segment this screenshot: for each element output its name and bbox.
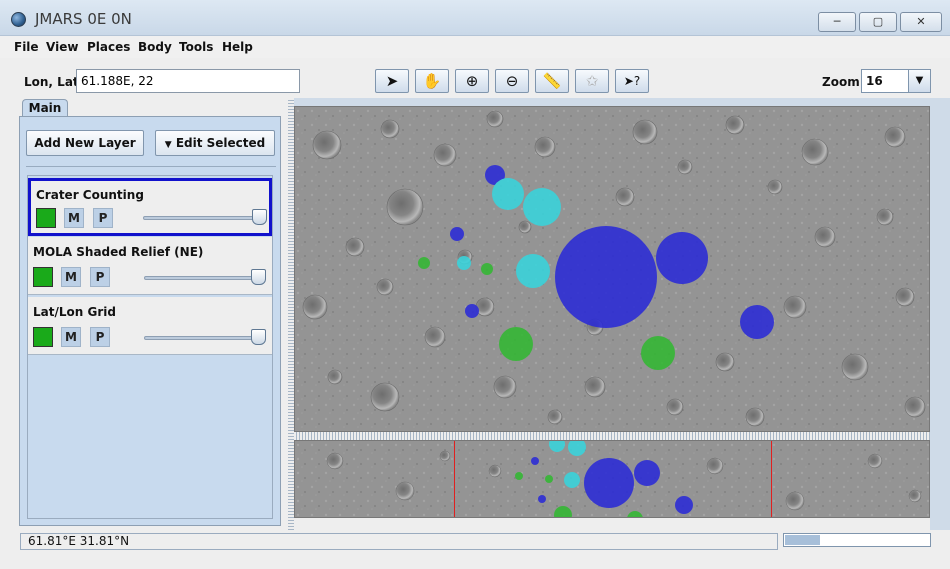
crater-marker-blue xyxy=(555,226,657,328)
layer-name: Lat/Lon Grid xyxy=(33,305,116,319)
opacity-slider-thumb[interactable] xyxy=(251,269,266,285)
menu-view[interactable]: View xyxy=(46,40,78,54)
layer-manager-panel: Main Add New Layer ▼ Edit Selected Crate… xyxy=(0,98,288,530)
edit-selected-button[interactable]: ▼ Edit Selected xyxy=(155,130,275,156)
maximize-button[interactable]: ▢ xyxy=(859,12,897,32)
crater-marker-green xyxy=(499,327,533,361)
title-bar: JMARS 0E 0N ─ ▢ ✕ xyxy=(0,0,950,36)
cursor-coordinates: 61.81°E 31.81°N xyxy=(20,533,778,550)
tab-main[interactable]: Main xyxy=(22,99,68,117)
pointer-help-icon: ➤? xyxy=(623,74,641,88)
menu-tools[interactable]: Tools xyxy=(179,40,213,54)
zoom-label: Zoom: xyxy=(822,75,865,89)
zoom-in-icon: ⊕ xyxy=(465,72,479,90)
layer-color-swatch[interactable] xyxy=(36,208,56,228)
menu-file[interactable]: File xyxy=(14,40,39,54)
layer-name: Crater Counting xyxy=(36,188,144,202)
zoom-in-tool-button[interactable]: ⊕ xyxy=(455,69,489,93)
status-bar: 61.81°E 31.81°N xyxy=(0,530,950,569)
menu-help[interactable]: Help xyxy=(222,40,253,54)
lonlat-input[interactable] xyxy=(76,69,300,93)
layer-row-crater-counting[interactable]: Crater Counting M P xyxy=(28,178,272,236)
toolbar: Lon, Lat ➤ ✋ ⊕ ⊖ 📏 ✩ ➤? Zoom: 16 ▼ xyxy=(0,58,950,98)
layer-list: Crater Counting M P MOLA Shaded Relief (… xyxy=(27,175,273,519)
menu-bar: File View Places Body Tools Help xyxy=(0,36,950,58)
crater-marker-green xyxy=(418,257,430,269)
panner-view[interactable] xyxy=(294,440,930,518)
crater-marker-green xyxy=(641,336,675,370)
panner-extent-left-line xyxy=(454,441,455,517)
main-view-toggle-button[interactable]: M xyxy=(61,327,81,347)
main-view-toggle-button[interactable]: M xyxy=(61,267,81,287)
crater-marker-cyan xyxy=(516,254,550,288)
crater-marker-blue xyxy=(740,305,774,339)
progress-bar xyxy=(783,533,931,547)
pan-tool-button[interactable]: ✋ xyxy=(415,69,449,93)
crater-marker-green xyxy=(481,263,493,275)
panner-extent-right-line xyxy=(771,441,772,517)
opacity-slider-thumb[interactable] xyxy=(251,329,266,345)
star-icon: ✩ xyxy=(585,72,599,90)
caret-down-icon: ▼ xyxy=(164,140,172,150)
add-new-layer-button[interactable]: Add New Layer xyxy=(26,130,144,156)
crater-marker-blue xyxy=(450,227,464,241)
opacity-slider[interactable] xyxy=(143,216,263,220)
menu-places[interactable]: Places xyxy=(87,40,130,54)
tab-main-content: Add New Layer ▼ Edit Selected Crater Cou… xyxy=(19,116,281,526)
edit-selected-label: Edit Selected xyxy=(175,136,266,150)
crater-marker-cyan xyxy=(457,256,471,270)
investigate-tool-button[interactable]: ➤? xyxy=(615,69,649,93)
separator xyxy=(26,166,276,167)
map-canvas[interactable] xyxy=(295,107,930,432)
zoom-out-icon: ⊖ xyxy=(505,72,519,90)
chevron-down-icon[interactable]: ▼ xyxy=(908,69,931,93)
pan-hand-icon: ✋ xyxy=(422,72,442,90)
lonlat-label: Lon, Lat xyxy=(24,75,79,89)
select-tool-button[interactable]: ➤ xyxy=(375,69,409,93)
window-title: JMARS 0E 0N xyxy=(35,10,132,28)
layer-name: MOLA Shaded Relief (NE) xyxy=(33,245,204,259)
opacity-slider[interactable] xyxy=(144,276,266,280)
select-arrow-icon: ➤ xyxy=(385,72,399,90)
opacity-slider-thumb[interactable] xyxy=(252,209,267,225)
main-view-toggle-button[interactable]: M xyxy=(64,208,84,228)
main-map-view[interactable] xyxy=(294,106,930,432)
crater-marker-blue xyxy=(656,232,708,284)
crater-marker-cyan xyxy=(523,188,561,226)
panner-view-toggle-button[interactable]: P xyxy=(90,327,110,347)
panner-canvas[interactable] xyxy=(295,441,930,518)
ruler-icon: 📏 xyxy=(542,72,562,90)
crater-marker-cyan xyxy=(492,178,524,210)
opacity-slider[interactable] xyxy=(144,336,266,340)
measure-tool-button[interactable]: 📏 xyxy=(535,69,569,93)
map-bottom-strip xyxy=(294,518,930,530)
panner-view-toggle-button[interactable]: P xyxy=(90,267,110,287)
progress-bar-fill xyxy=(785,535,820,545)
zoom-out-tool-button[interactable]: ⊖ xyxy=(495,69,529,93)
panner-view-toggle-button[interactable]: P xyxy=(93,208,113,228)
close-button[interactable]: ✕ xyxy=(900,12,942,32)
layer-color-swatch[interactable] xyxy=(33,267,53,287)
minimize-button[interactable]: ─ xyxy=(818,12,856,32)
menu-body[interactable]: Body xyxy=(138,40,172,54)
layer-row-mola-shaded-relief[interactable]: MOLA Shaded Relief (NE) M P xyxy=(28,237,272,295)
layer-color-swatch[interactable] xyxy=(33,327,53,347)
map-splitter[interactable] xyxy=(294,432,930,440)
jmars-globe-icon xyxy=(11,12,26,27)
layer-row-lat-lon-grid[interactable]: Lat/Lon Grid M P xyxy=(28,297,272,355)
crater-marker-blue xyxy=(465,304,479,318)
star-tool-button[interactable]: ✩ xyxy=(575,69,609,93)
